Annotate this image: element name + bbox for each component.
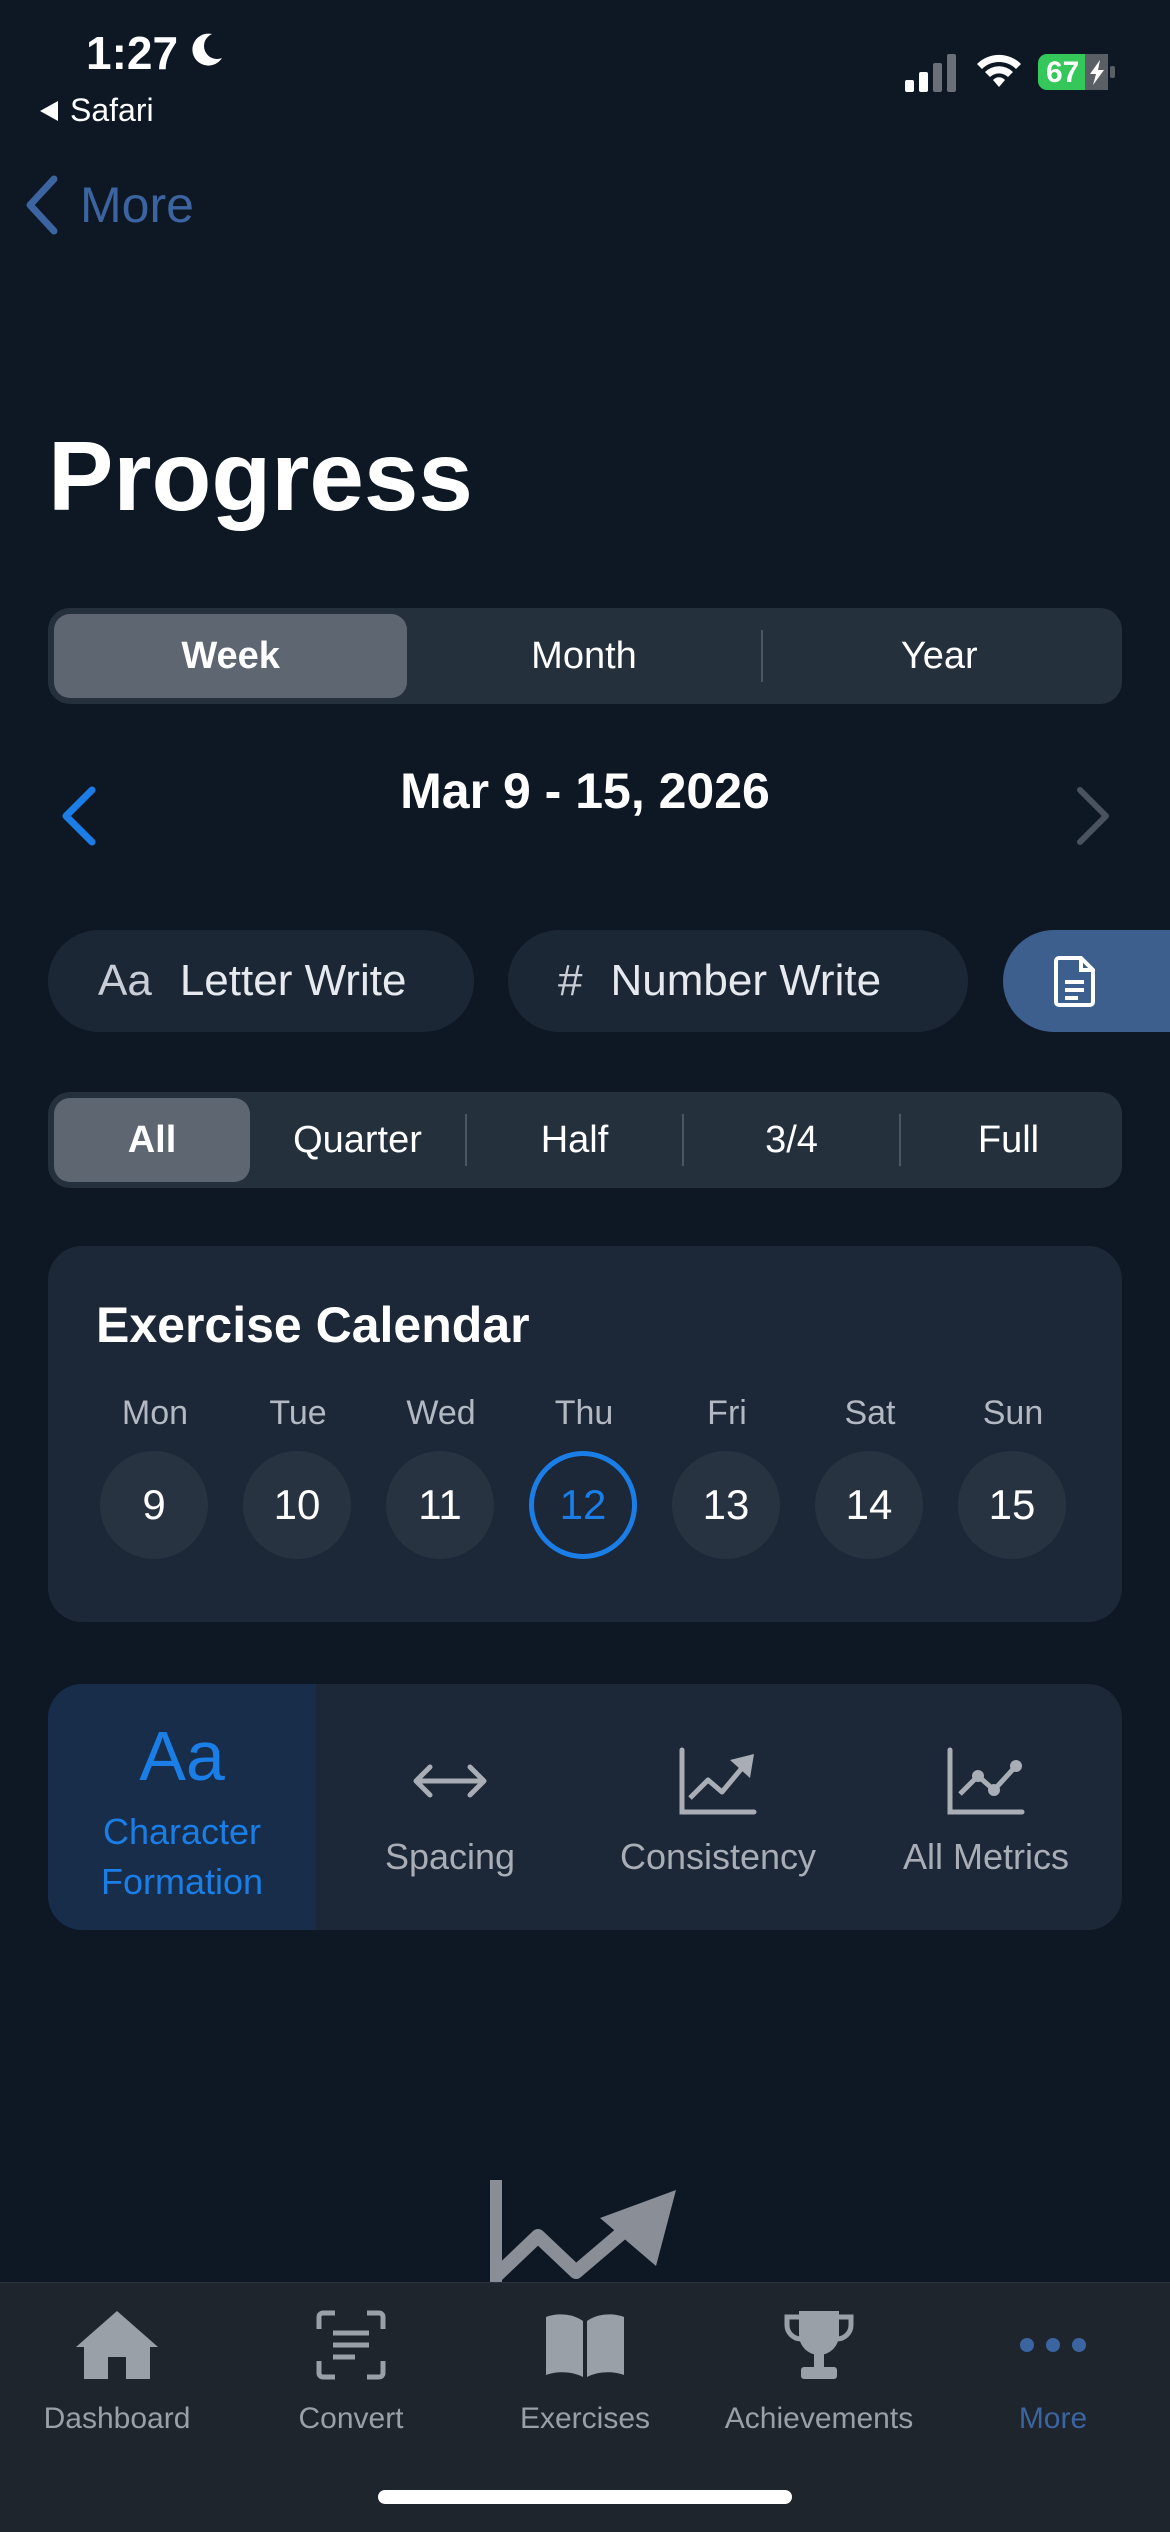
metric-label: All Metrics	[902, 1836, 1069, 1877]
tab-achievements[interactable]: Achievements	[702, 2300, 936, 2436]
calendar-day[interactable]: Wed 11	[386, 1394, 496, 1559]
back-to-safari[interactable]: Safari	[38, 92, 154, 129]
number-write-chip[interactable]: # Number Write	[508, 930, 968, 1032]
filter-all[interactable]: All	[54, 1098, 250, 1182]
day-number: 13	[672, 1451, 780, 1559]
tab-label: Convert	[298, 2402, 404, 2435]
tab-convert[interactable]: Convert	[234, 2300, 468, 2436]
day-label: Sun	[982, 1394, 1044, 1432]
wifi-icon	[977, 54, 1021, 87]
page-title: Progress	[48, 421, 473, 531]
chart-trend-icon	[490, 2180, 676, 2290]
metric-label-2: Formation	[100, 1861, 264, 1902]
house-icon	[76, 2311, 158, 2379]
book-icon	[546, 2314, 624, 2377]
trophy-icon	[784, 2311, 854, 2379]
date-range-label: Mar 9 - 15, 2026	[400, 763, 770, 819]
tab-year[interactable]: Year	[763, 614, 1116, 698]
number-write-label: Number Write	[610, 956, 882, 1005]
letter-aa-icon: Aa	[98, 956, 152, 1005]
back-triangle-icon	[40, 100, 58, 121]
calendar-day[interactable]: Sat 14	[815, 1394, 925, 1559]
status-time: 1:27	[86, 27, 179, 79]
filter-quarter[interactable]: Quarter	[250, 1098, 465, 1182]
chevron-left-icon	[26, 175, 58, 235]
day-number: 14	[815, 1451, 923, 1559]
calendar-day[interactable]: Tue 10	[243, 1394, 353, 1559]
day-number: 10	[243, 1451, 351, 1559]
tab-label: More	[1018, 2402, 1088, 2435]
day-number: 12	[529, 1451, 637, 1559]
trend-up-chart-icon	[679, 1747, 757, 1815]
day-label: Thu	[554, 1394, 614, 1432]
document-chip[interactable]	[1003, 930, 1170, 1032]
calendar-title: Exercise Calendar	[96, 1297, 530, 1353]
day-label: Mon	[121, 1394, 189, 1432]
letter-write-label: Letter Write	[179, 956, 407, 1005]
calendar-day[interactable]: Fri 13	[672, 1394, 782, 1559]
filter-segmented-control: All Quarter Half 3/4 Full	[48, 1092, 1122, 1188]
calendar-day-today[interactable]: Thu 12	[529, 1394, 639, 1559]
next-week-button[interactable]	[1068, 784, 1116, 848]
hash-icon: #	[558, 956, 583, 1005]
period-segmented-control: Week Month Year	[48, 608, 1122, 704]
document-icon	[1054, 956, 1095, 1007]
tab-more[interactable]: More	[936, 2300, 1170, 2436]
tab-month[interactable]: Month	[407, 614, 760, 698]
calendar-day[interactable]: Sun 15	[958, 1394, 1068, 1559]
metric-character-formation[interactable]: Aa Character Formation	[48, 1684, 316, 1930]
character-aa-icon: Aa	[139, 1717, 225, 1795]
left-right-arrow-icon	[413, 1764, 487, 1798]
day-label: Wed	[406, 1394, 476, 1432]
letter-write-chip[interactable]: Aa Letter Write	[48, 930, 474, 1032]
home-indicator[interactable]	[378, 2490, 792, 2504]
exercise-calendar-card: Exercise Calendar Mon 9 Tue 10 Wed 11 Th…	[48, 1246, 1122, 1622]
calendar-day[interactable]: Mon 9	[100, 1394, 210, 1559]
metric-label: Spacing	[384, 1836, 516, 1877]
back-button[interactable]: More	[24, 175, 194, 235]
tab-dashboard[interactable]: Dashboard	[0, 2300, 234, 2436]
cellular-signal-icon	[905, 54, 956, 92]
metric-consistency[interactable]: Consistency	[584, 1684, 852, 1930]
battery-percent: 67	[1046, 56, 1080, 89]
tab-label: Dashboard	[43, 2402, 191, 2435]
back-app-label: Safari	[70, 92, 154, 128]
metric-spacing[interactable]: Spacing	[316, 1684, 584, 1930]
filter-full[interactable]: Full	[901, 1098, 1116, 1182]
back-label: More	[80, 177, 194, 233]
tab-label: Achievements	[724, 2402, 914, 2435]
day-number: 11	[386, 1451, 494, 1559]
day-number: 15	[958, 1451, 1066, 1559]
metrics-selector: Aa Character Formation Spacing Consisten…	[48, 1684, 1122, 1930]
day-label: Sat	[844, 1394, 896, 1432]
more-dots-icon	[1020, 2338, 1086, 2352]
line-chart-dots-icon	[947, 1747, 1025, 1815]
metric-label: Character	[102, 1811, 262, 1852]
tab-label: Exercises	[519, 2402, 651, 2435]
metric-label: Consistency	[619, 1836, 817, 1877]
day-number: 9	[100, 1451, 208, 1559]
tab-week[interactable]: Week	[54, 614, 408, 698]
battery-indicator: 67	[1038, 52, 1116, 92]
text-scan-icon	[316, 2310, 386, 2380]
day-label: Fri	[707, 1394, 747, 1432]
day-label: Tue	[269, 1394, 327, 1432]
metric-all-metrics[interactable]: All Metrics	[852, 1684, 1120, 1930]
moon-icon	[192, 33, 222, 66]
filter-three-quarter[interactable]: 3/4	[684, 1098, 899, 1182]
tab-exercises[interactable]: Exercises	[468, 2300, 702, 2436]
filter-half[interactable]: Half	[467, 1098, 682, 1182]
